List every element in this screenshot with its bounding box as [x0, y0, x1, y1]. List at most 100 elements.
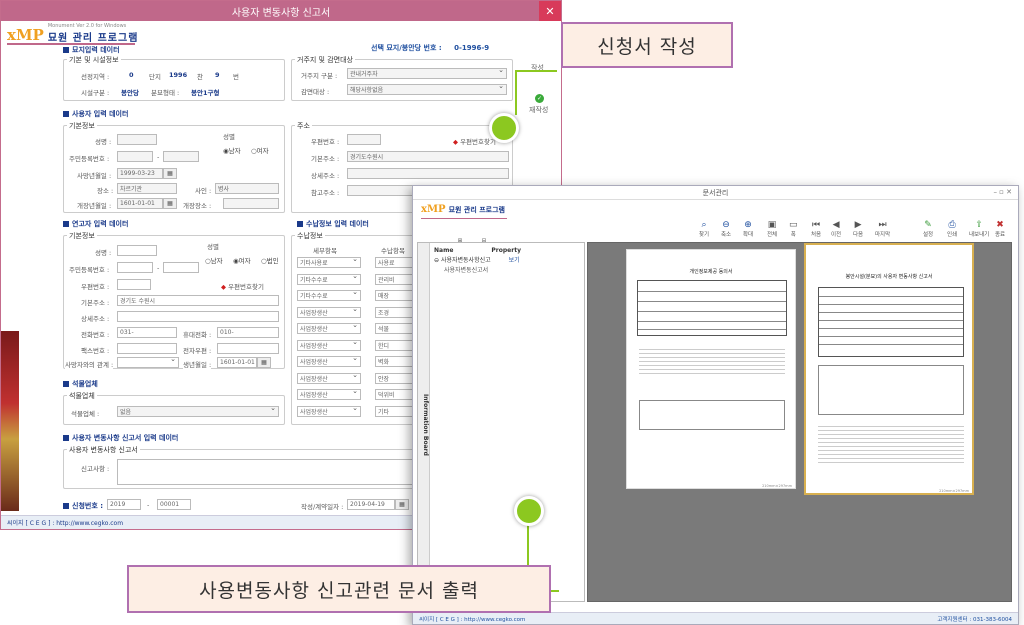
축소-button[interactable]: ⊖ 축소: [721, 220, 731, 238]
종료-button[interactable]: ✖ 종료: [995, 220, 1005, 238]
relation-select[interactable]: [117, 357, 179, 368]
user-id-front-input[interactable]: [117, 151, 153, 162]
fax-label: 팩스번호 :: [81, 347, 110, 355]
detail-input[interactable]: [347, 168, 509, 179]
payment-detail-select[interactable]: 사업장생산: [297, 339, 361, 351]
app-detail-input[interactable]: [117, 311, 279, 322]
window-controls[interactable]: – ▫ ✕: [993, 188, 1012, 196]
section-report: 사용자 변동사항 신고서 입력 데이터: [63, 433, 178, 443]
처음-button[interactable]: ⏮ 처음: [811, 220, 821, 238]
payment-detail-select[interactable]: 사업장생산: [297, 405, 361, 417]
설정-button[interactable]: ✎ 설정: [923, 220, 933, 238]
app-dash: -: [147, 501, 150, 509]
user-female-radio[interactable]: ○여자: [251, 145, 269, 155]
fax-input[interactable]: [117, 343, 177, 354]
calendar-icon[interactable]: ▦: [163, 198, 177, 209]
app-name-input[interactable]: [117, 245, 157, 256]
payment-detail-select[interactable]: 사업장생산: [297, 372, 361, 384]
mobile-input[interactable]: 010-: [217, 327, 279, 338]
birth-input[interactable]: 1601-01-01: [217, 357, 257, 368]
preview-page-2[interactable]: 봉안시설(분묘)의 사용자 변동사항 신고서 210mm×297mm: [804, 243, 974, 495]
app-zip-input[interactable]: [117, 279, 151, 290]
date-input[interactable]: 2019-04-19: [347, 499, 395, 510]
app-zip-search-button[interactable]: ◆ 우편번호찾기: [221, 281, 264, 291]
app-id-back-input[interactable]: [163, 262, 199, 273]
payment-item-input[interactable]: 석물: [375, 323, 413, 334]
group-title: 사용자 변동사항 신고서: [67, 445, 140, 455]
tree-item[interactable]: ⊖ 사용자변동사항신고 보기: [434, 255, 521, 264]
bury-place-input[interactable]: [223, 198, 279, 209]
user-id-back-input[interactable]: [163, 151, 199, 162]
death-date-input[interactable]: 1999-03-23: [117, 168, 163, 179]
toolbar-label: 찾기: [699, 232, 710, 238]
calendar-icon[interactable]: ▦: [395, 499, 409, 510]
전체-button[interactable]: ▣ 전체: [767, 220, 777, 238]
app-seq-input[interactable]: 00001: [157, 499, 191, 510]
preview-page-1[interactable]: 개인정보제공 동의서 210mm×297mm: [626, 249, 796, 489]
addr-input[interactable]: 경기도수원시: [347, 151, 509, 162]
section-applicant: 연고자 입력 데이터: [63, 219, 128, 229]
mobile-label: 휴대전화 :: [183, 331, 212, 339]
payment-detail-select[interactable]: 기타수수료: [297, 290, 361, 301]
cause-input[interactable]: 병사: [215, 183, 279, 194]
residence-select[interactable]: 관내거주자: [347, 68, 507, 79]
payment-item-input[interactable]: 매장: [375, 290, 413, 301]
payment-detail-select[interactable]: 기타수수료: [297, 273, 361, 285]
app-addr-label: 기본주소 :: [81, 299, 110, 307]
death-label: 사망년월일 :: [77, 172, 112, 180]
reason-textarea[interactable]: [117, 459, 413, 485]
다음-button[interactable]: ▶ 다음: [853, 220, 863, 238]
info-board-tab[interactable]: Information Board: [418, 243, 430, 601]
info-board-pane: Information Board Name Property ⊖ 사용자변동사…: [417, 242, 585, 602]
payment-item-input[interactable]: 덕위비: [375, 389, 413, 400]
app-year-input[interactable]: 2019: [107, 499, 141, 510]
payment-item-input[interactable]: 조경: [375, 306, 413, 318]
인쇄-button[interactable]: ⎙ 인쇄: [947, 220, 957, 238]
group-title: 기본정보: [67, 121, 97, 131]
payment-detail-select[interactable]: 기타사용료: [297, 257, 361, 268]
zip-input[interactable]: [347, 134, 381, 145]
user-sex-label: 성별: [223, 133, 235, 141]
내보내기-button[interactable]: ⇪ 내보내기: [969, 220, 989, 238]
app-female-radio[interactable]: ◉여자: [233, 255, 251, 265]
decorative-banner: [1, 331, 19, 511]
app-male-radio[interactable]: ○남자: [205, 255, 223, 265]
payment-detail-select[interactable]: 사업장생산: [297, 356, 361, 367]
fit-icon: ▣: [767, 220, 777, 230]
찾기-button[interactable]: ⌕ 찾기: [699, 220, 709, 238]
user-name-input[interactable]: [117, 134, 157, 145]
payment-item-input[interactable]: 관리비: [375, 273, 413, 285]
payment-item-input[interactable]: 한디: [375, 339, 413, 351]
폭-button[interactable]: ▭ 폭: [789, 220, 798, 238]
payment-item-input[interactable]: 안장: [375, 372, 413, 384]
calendar-icon[interactable]: ▦: [257, 357, 271, 368]
page2-title: 봉안시설(분묘)의 사용자 변동사항 신고서: [845, 274, 933, 280]
phone-input[interactable]: 031-: [117, 327, 177, 338]
tree-subitem[interactable]: 사용자변동신고서: [444, 265, 521, 274]
payment-detail-select[interactable]: 사업장생산: [297, 389, 361, 400]
app-addr-input[interactable]: 경기도 수원시: [117, 295, 279, 306]
payment-detail-select[interactable]: 사업장생산: [297, 323, 361, 334]
확대-button[interactable]: ⊕ 확대: [743, 220, 753, 238]
app-id-front-input[interactable]: [117, 262, 153, 273]
user-male-radio[interactable]: ◉남자: [223, 145, 241, 155]
stone-select[interactable]: 없음: [117, 406, 279, 417]
payment-detail-select[interactable]: 사업장생산: [297, 306, 361, 318]
row-label: 찬: [197, 73, 203, 81]
email-input[interactable]: [217, 343, 279, 354]
calendar-icon[interactable]: ▦: [163, 168, 177, 179]
payment-item-input[interactable]: 사용료: [375, 257, 413, 268]
마지막-button[interactable]: ⏭ 마지막: [875, 220, 890, 238]
payment-item-input[interactable]: 기타: [375, 405, 413, 417]
toolbar-label: 다음: [853, 232, 864, 238]
payment-item-input[interactable]: 벽화: [375, 356, 413, 367]
이전-button[interactable]: ◀ 이전: [831, 220, 841, 238]
app-name-label: 성명 :: [95, 249, 112, 257]
group-title: 수납정보: [295, 231, 325, 241]
place-input[interactable]: 차르기관: [117, 183, 177, 194]
bury-date-input[interactable]: 1601-01-01: [117, 198, 163, 209]
close-icon[interactable]: ✕: [539, 1, 561, 21]
reduction-select[interactable]: 해당사항없음: [347, 84, 507, 95]
zip-search-button[interactable]: ◆ 우편번호찾기: [453, 136, 496, 146]
app-corp-radio[interactable]: ○법인: [261, 255, 279, 265]
